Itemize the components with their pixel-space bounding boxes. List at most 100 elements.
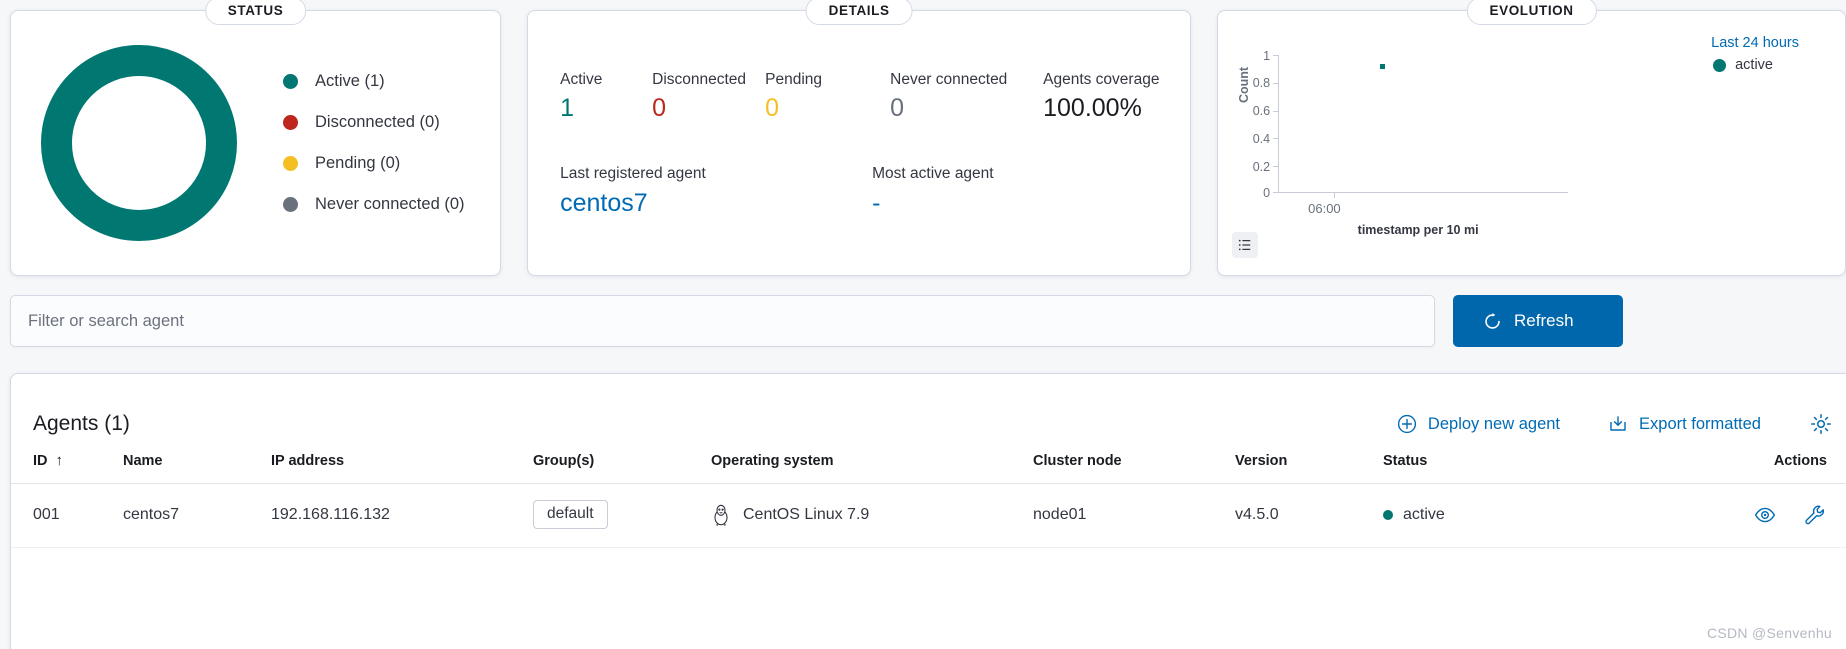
stat-never-connected-value[interactable]: 0	[890, 96, 1043, 121]
legend-label-active: Active (1)	[315, 72, 385, 90]
export-formatted-button[interactable]: Export formatted	[1608, 414, 1761, 434]
status-legend: Active (1) Disconnected (0) Pending (0) …	[283, 61, 465, 225]
legend-item-pending[interactable]: Pending (0)	[283, 143, 465, 184]
time-range-link[interactable]: Last 24 hours	[1711, 35, 1799, 51]
details-stat-row: Active 1 Disconnected 0 Pending 0 Never …	[560, 71, 1190, 121]
chart-y-tick-06: 0.6	[1252, 104, 1271, 118]
stat-pending-label: Pending	[765, 71, 823, 88]
column-header-groups[interactable]: Group(s)	[533, 446, 711, 484]
stat-active-label: Active	[560, 71, 603, 88]
stat-active-value[interactable]: 1	[560, 96, 652, 121]
column-header-id-label: ID	[33, 453, 48, 469]
status-panel-body: Active (1) Disconnected (0) Pending (0) …	[11, 11, 500, 275]
wrench-icon	[1805, 505, 1825, 524]
sort-ascending-icon: ↑	[55, 452, 64, 469]
evolution-legend[interactable]: active	[1713, 57, 1773, 73]
details-panel: DETAILS Active 1 Disconnected 0 Pending …	[527, 0, 1192, 276]
cell-ip-address: 192.168.116.132	[271, 483, 533, 548]
export-formatted-label: Export formatted	[1639, 414, 1761, 433]
table-row[interactable]: 001 centos7 192.168.116.132 default Cent…	[11, 483, 1846, 548]
column-header-actions: Actions	[1563, 446, 1846, 484]
evolution-legend-label: active	[1735, 57, 1773, 73]
column-header-name[interactable]: Name	[123, 446, 271, 484]
eye-icon	[1754, 507, 1776, 522]
evolution-panel-body: Last 24 hours active Count 1 0.8 0.6 0.4…	[1218, 11, 1845, 275]
status-badge: active	[1403, 505, 1445, 523]
legend-item-disconnected[interactable]: Disconnected (0)	[283, 102, 465, 143]
list-icon	[1239, 239, 1251, 251]
chart-x-tick-0600: 06:00	[1308, 201, 1341, 216]
status-panel: STATUS Active (1) Disconnected (0) Pendi…	[10, 0, 502, 276]
agents-table-head: ID ↑ Name IP address Group(s) Operating s…	[11, 446, 1846, 484]
chart-x-axis-line	[1278, 192, 1569, 193]
column-header-status[interactable]: Status	[1383, 446, 1563, 484]
column-header-id[interactable]: ID ↑	[11, 446, 123, 484]
stat-disconnected: Disconnected 0	[652, 71, 765, 121]
column-header-version[interactable]: Version	[1235, 446, 1383, 484]
view-agent-details-button[interactable]	[1753, 503, 1777, 527]
chart-x-axis-title: timestamp per 10 mi	[1357, 223, 1479, 237]
chart-y-tick-08: 0.8	[1252, 76, 1271, 90]
chart-inspect-button[interactable]	[1232, 232, 1259, 258]
cell-operating-system-label: CentOS Linux 7.9	[743, 505, 870, 523]
legend-item-active[interactable]: Active (1)	[283, 61, 465, 102]
legend-label-never-connected: Never connected (0)	[315, 195, 465, 213]
stat-disconnected-label: Disconnected	[652, 71, 747, 88]
status-panel-title: STATUS	[204, 0, 307, 25]
most-active-agent: Most active agent -	[872, 165, 993, 216]
details-agents-row: Last registered agent centos7 Most activ…	[560, 165, 1190, 216]
refresh-button[interactable]: Refresh	[1453, 295, 1623, 347]
chart-tick-mark	[1273, 138, 1279, 139]
legend-dot-active-series-icon	[1713, 58, 1727, 72]
cell-id: 001	[11, 483, 123, 548]
column-header-cluster-node[interactable]: Cluster node	[1033, 446, 1235, 484]
most-active-agent-value: -	[872, 189, 881, 217]
stat-pending-value[interactable]: 0	[765, 96, 890, 121]
stat-agents-coverage-label: Agents coverage	[1043, 71, 1160, 88]
agent-configuration-button[interactable]	[1803, 503, 1827, 527]
legend-dot-active-icon	[283, 74, 298, 89]
stat-agents-coverage-value: 100.00%	[1043, 94, 1142, 122]
search-toolbar: Refresh	[10, 295, 1623, 347]
group-badge-default[interactable]: default	[533, 500, 608, 529]
legend-label-disconnected: Disconnected (0)	[315, 113, 440, 131]
column-header-ip-address[interactable]: IP address	[271, 446, 533, 484]
chart-tick-mark	[1273, 192, 1279, 193]
stat-active: Active 1	[560, 71, 652, 121]
agents-table: ID ↑ Name IP address Group(s) Operating s…	[11, 446, 1846, 548]
gear-icon	[1811, 414, 1831, 434]
deploy-new-agent-button[interactable]: Deploy new agent	[1397, 414, 1560, 434]
most-active-agent-label: Most active agent	[872, 165, 994, 182]
chart-y-tick-1: 1	[1263, 49, 1271, 63]
chart-y-axis-line	[1278, 55, 1280, 192]
cell-cluster-node: node01	[1033, 483, 1235, 548]
refresh-button-label: Refresh	[1514, 311, 1574, 330]
cell-groups: default	[533, 483, 711, 548]
stat-disconnected-value[interactable]: 0	[652, 96, 765, 121]
last-registered-agent-link[interactable]: centos7	[560, 191, 872, 216]
status-dot-active-icon	[1383, 509, 1393, 520]
last-registered-agent-label: Last registered agent	[560, 165, 706, 182]
legend-dot-pending-icon	[283, 156, 298, 171]
details-panel-title: DETAILS	[805, 0, 913, 25]
table-settings-button[interactable]	[1809, 412, 1833, 436]
chart-tick-mark	[1273, 55, 1279, 56]
agents-status-donut-chart	[41, 45, 237, 241]
chart-tick-mark	[1273, 83, 1279, 84]
agents-table-title: Agents (1)	[33, 412, 130, 435]
legend-item-never-connected[interactable]: Never connected (0)	[283, 184, 465, 225]
agents-table-body: 001 centos7 192.168.116.132 default Cent…	[11, 483, 1846, 548]
agents-table-header-row: ID ↑ Name IP address Group(s) Operating s…	[11, 446, 1846, 484]
chart-data-point[interactable]	[1380, 64, 1386, 69]
plus-circle-icon	[1397, 414, 1417, 434]
chart-y-tick-04: 0.4	[1252, 132, 1271, 146]
last-registered-agent: Last registered agent centos7	[560, 165, 872, 216]
watermark: CSDN @Senvenhu	[1706, 625, 1832, 641]
search-input[interactable]	[28, 311, 1417, 331]
chart-x-tick-mark	[1334, 192, 1336, 198]
column-header-operating-system[interactable]: Operating system	[711, 446, 1033, 484]
search-box[interactable]	[10, 295, 1435, 347]
details-panel-body: Active 1 Disconnected 0 Pending 0 Never …	[528, 11, 1190, 216]
chart-y-tick-02: 0.2	[1252, 160, 1271, 174]
export-icon	[1610, 416, 1626, 431]
